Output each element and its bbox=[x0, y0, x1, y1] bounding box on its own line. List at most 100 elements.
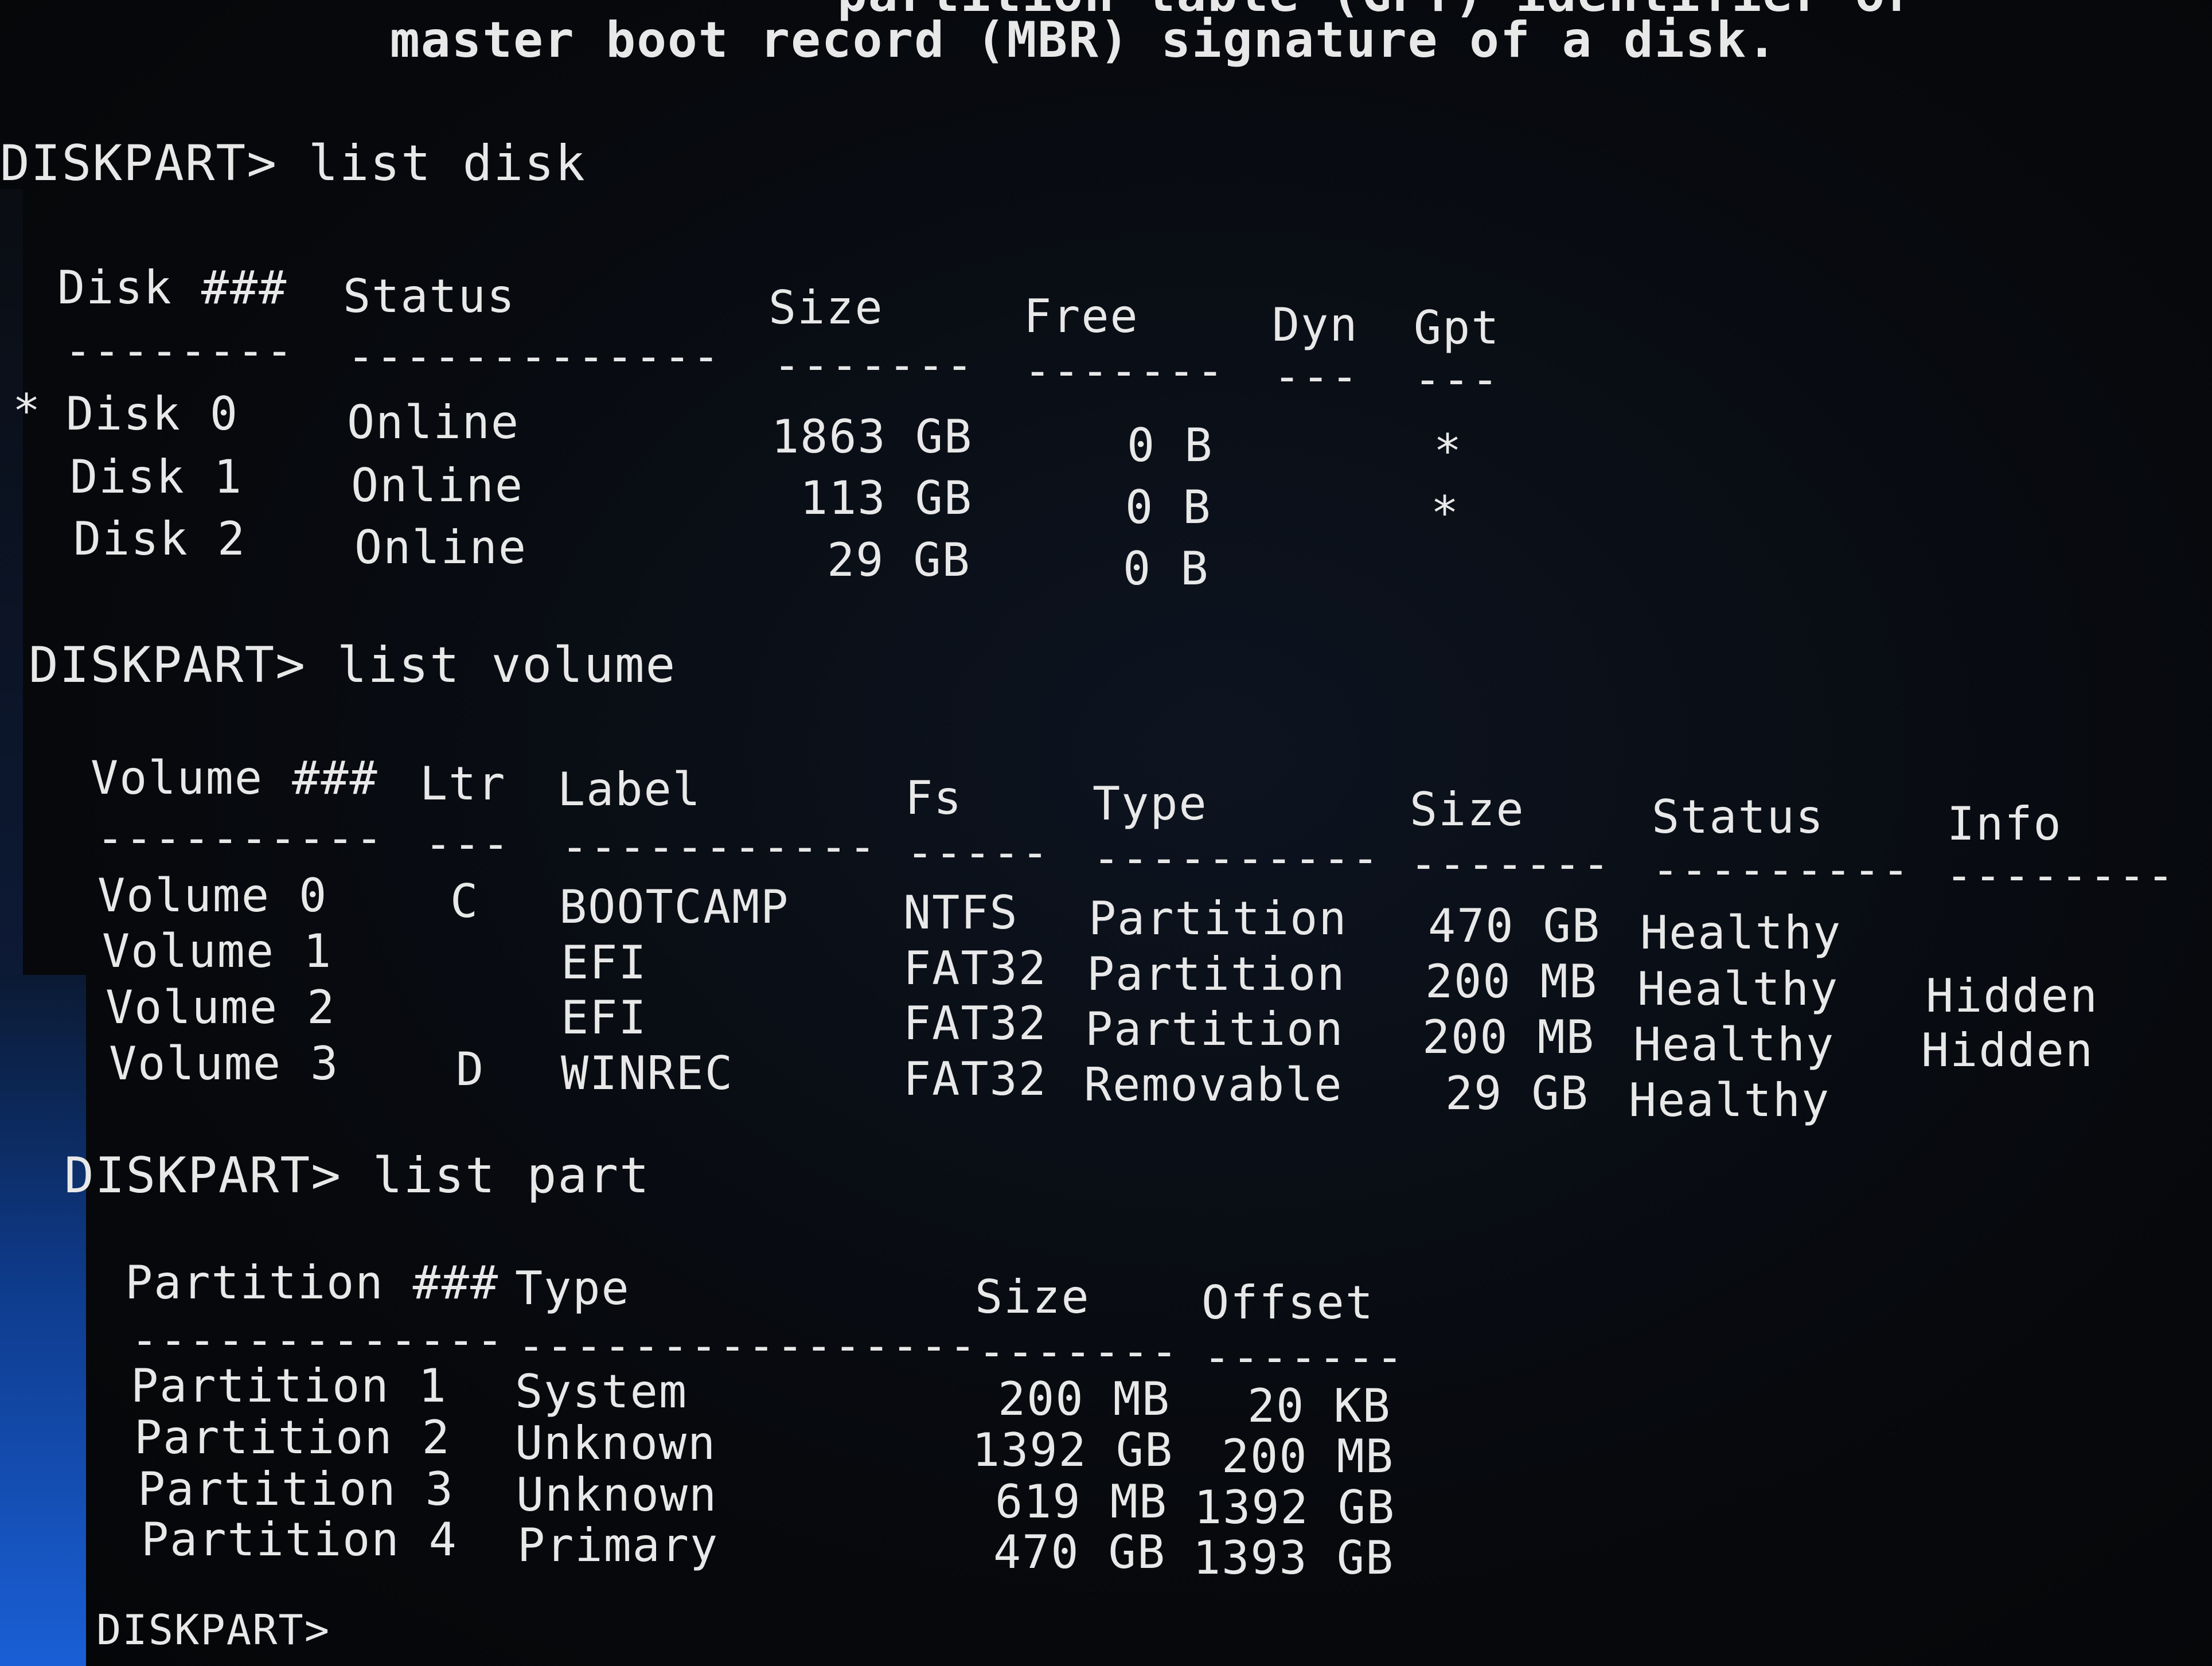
volume-cell-size: 29 GB bbox=[1445, 1067, 1589, 1120]
volume-col-header: Ltr bbox=[420, 757, 506, 810]
disk-cell-free: 0 B bbox=[1123, 542, 1210, 595]
disk-col-header: Dyn bbox=[1272, 298, 1359, 352]
volume-cell-type: Partition bbox=[1085, 1002, 1344, 1056]
partition-cell-size: 1392 GB bbox=[972, 1423, 1174, 1477]
intro-line-2: master boot record (MBR) signature of a … bbox=[390, 11, 1778, 69]
volume-cell-fs: NTFS bbox=[903, 886, 1019, 939]
volume-cell-volume: Volume 3 bbox=[109, 1037, 340, 1090]
disk-cell-gpt: * bbox=[1434, 424, 1463, 478]
disk-cell-disk: Disk 0 bbox=[66, 387, 239, 440]
disk-cell-size: 1863 GB bbox=[771, 410, 973, 463]
prompt-list-disk: DISKPART> list disk bbox=[0, 135, 586, 192]
volume-cell-fs: FAT32 bbox=[903, 942, 1047, 995]
disk-col-divider: ------- bbox=[773, 338, 975, 392]
volume-cell-status: Healthy bbox=[1637, 962, 1839, 1016]
volume-col-header: Fs bbox=[905, 771, 963, 825]
partition-cell-size: 619 MB bbox=[995, 1475, 1168, 1528]
volume-cell-volume: Volume 1 bbox=[102, 924, 333, 978]
volume-cell-ltr: D bbox=[456, 1043, 485, 1096]
volume-cell-volume: Volume 0 bbox=[97, 869, 328, 922]
partition-cell-offset: 200 MB bbox=[1222, 1430, 1394, 1483]
disk-col-header: Free bbox=[1024, 290, 1139, 343]
volume-cell-info: Hidden bbox=[1926, 969, 2098, 1023]
disk-col-divider: ------- bbox=[1024, 344, 1226, 397]
disk-col-header: Disk ### bbox=[57, 261, 288, 314]
console-window[interactable]: partition table (GPT) identifier or mast… bbox=[0, 0, 2212, 1666]
partition-cell-type: Unknown bbox=[515, 1417, 717, 1470]
volume-cell-size: 200 MB bbox=[1422, 1010, 1595, 1064]
prompt-list-volume: DISKPART> list volume bbox=[29, 637, 677, 694]
disk-cell-status: Online bbox=[354, 521, 527, 574]
partition-cell-offset: 20 KB bbox=[1247, 1379, 1391, 1433]
disk-col-divider: -------- bbox=[64, 324, 295, 377]
volume-col-divider: ----- bbox=[906, 826, 1050, 879]
partition-cell-name: Partition 4 bbox=[141, 1513, 458, 1566]
volume-cell-volume: Volume 2 bbox=[106, 981, 336, 1034]
partition-col-divider: ------- bbox=[978, 1325, 1180, 1378]
disk-cell-free: 0 B bbox=[1125, 481, 1212, 534]
partition-cell-name: Partition 2 bbox=[134, 1411, 451, 1464]
volume-cell-fs: FAT32 bbox=[903, 997, 1047, 1050]
volume-col-divider: ---------- bbox=[1093, 832, 1380, 885]
volume-cell-label: BOOTCAMP bbox=[559, 880, 790, 934]
volume-col-divider: --------- bbox=[1652, 843, 1911, 896]
volume-col-divider: ----------- bbox=[561, 820, 877, 873]
partition-cell-size: 470 GB bbox=[993, 1525, 1166, 1579]
volume-cell-status: Healthy bbox=[1640, 906, 1842, 959]
volume-col-header: Size bbox=[1410, 783, 1525, 836]
disk-col-divider: --- bbox=[1273, 350, 1360, 403]
disk-cell-size: 29 GB bbox=[827, 533, 971, 587]
prompt-list-part: DISKPART> list part bbox=[64, 1147, 650, 1204]
partition-cell-type: Primary bbox=[517, 1519, 719, 1572]
volume-col-header: Label bbox=[557, 763, 701, 816]
volume-cell-label: WINREC bbox=[561, 1047, 734, 1100]
partition-cell-size: 200 MB bbox=[998, 1372, 1171, 1426]
volume-cell-size: 200 MB bbox=[1425, 955, 1598, 1008]
volume-col-header: Status bbox=[1652, 790, 1824, 844]
disk-cell-disk: Disk 2 bbox=[73, 512, 246, 565]
partition-cell-type: System bbox=[515, 1365, 688, 1418]
partition-cell-name: Partition 1 bbox=[131, 1359, 447, 1413]
partition-col-divider: ------- bbox=[1203, 1331, 1405, 1384]
partition-cell-offset: 1393 GB bbox=[1193, 1531, 1395, 1585]
command-prompt[interactable]: DISKPART> bbox=[96, 1606, 330, 1654]
console-output: partition table (GPT) identifier or mast… bbox=[0, 0, 2212, 1666]
volume-col-divider: ------- bbox=[1410, 837, 1612, 891]
volume-cell-type: Partition bbox=[1087, 947, 1346, 1001]
volume-col-header: Volume ### bbox=[91, 751, 379, 805]
volume-cell-type: Partition bbox=[1089, 892, 1348, 945]
volume-col-divider: --- bbox=[424, 817, 511, 871]
volume-cell-fs: FAT32 bbox=[903, 1052, 1047, 1106]
disk-cell-size: 113 GB bbox=[800, 471, 973, 525]
disk-col-divider: ------------- bbox=[347, 330, 721, 383]
disk-col-divider: --- bbox=[1414, 353, 1500, 406]
partition-cell-offset: 1392 GB bbox=[1194, 1481, 1396, 1534]
partition-cell-name: Partition 3 bbox=[138, 1462, 454, 1516]
disk-col-header: Size bbox=[768, 281, 884, 334]
volume-col-header: Type bbox=[1093, 777, 1208, 830]
volume-cell-info: Hidden bbox=[1921, 1024, 2094, 1077]
volume-cell-type: Removable bbox=[1084, 1058, 1343, 1111]
volume-cell-status: Healthy bbox=[1633, 1018, 1835, 1071]
partition-col-header: Size bbox=[975, 1270, 1090, 1324]
disk-cell-status: Online bbox=[351, 459, 524, 512]
volume-cell-size: 470 GB bbox=[1428, 899, 1601, 953]
partition-col-header: Partition ### bbox=[125, 1256, 500, 1309]
volume-cell-label: EFI bbox=[561, 936, 647, 989]
disk-col-header: Status bbox=[343, 270, 516, 323]
disk-cell-status: Online bbox=[347, 396, 520, 449]
disk-col-header: Gpt bbox=[1414, 301, 1500, 354]
partition-col-header: Offset bbox=[1201, 1276, 1374, 1329]
disk-cell-disk: Disk 1 bbox=[70, 450, 243, 504]
disk-cell-gpt: * bbox=[1431, 486, 1460, 540]
volume-col-header: Info bbox=[1947, 797, 2062, 850]
volume-cell-status: Healthy bbox=[1629, 1074, 1831, 1127]
partition-cell-type: Unknown bbox=[516, 1468, 718, 1521]
volume-cell-ltr: C bbox=[450, 875, 479, 928]
disk-cell-free: 0 B bbox=[1127, 419, 1214, 472]
partition-col-header: Type bbox=[515, 1262, 630, 1315]
volume-col-divider: -------- bbox=[1945, 849, 2176, 902]
disk-row-marker: * bbox=[13, 384, 42, 438]
volume-col-divider: ---------- bbox=[96, 811, 384, 865]
volume-cell-label: EFI bbox=[561, 991, 647, 1044]
